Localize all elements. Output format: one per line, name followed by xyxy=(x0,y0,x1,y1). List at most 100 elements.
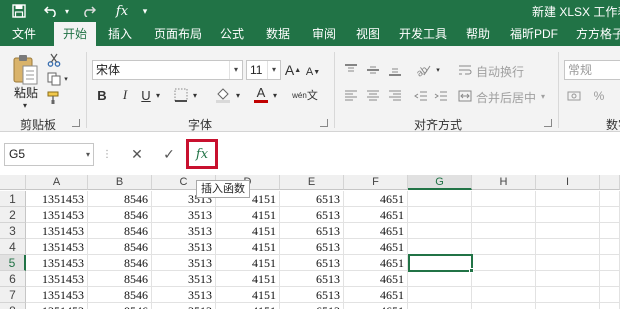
table-cell[interactable] xyxy=(536,191,600,207)
table-cell[interactable] xyxy=(408,287,472,303)
insert-function-qat-button[interactable]: fx xyxy=(112,0,132,22)
formula-input[interactable] xyxy=(222,139,620,169)
grow-font-button[interactable]: A ▲ xyxy=(285,60,301,80)
table-cell[interactable] xyxy=(600,303,620,309)
table-cell[interactable]: 8546 xyxy=(88,303,152,309)
align-middle-icon[interactable] xyxy=(364,62,382,78)
tab-insert[interactable]: 插入 xyxy=(104,22,136,46)
row-header[interactable]: 8 xyxy=(0,303,26,309)
merge-dropdown-icon[interactable]: ▾ xyxy=(538,88,548,104)
row-header[interactable]: 4 xyxy=(0,239,26,255)
table-cell[interactable]: 6513 xyxy=(280,207,344,223)
table-cell[interactable] xyxy=(600,287,620,303)
paste-button[interactable]: 粘贴 xyxy=(14,84,38,101)
borders-dropdown-icon[interactable]: ▾ xyxy=(190,86,200,104)
table-cell[interactable]: 8546 xyxy=(88,191,152,207)
table-cell[interactable]: 1351453 xyxy=(26,271,88,287)
table-cell[interactable]: 3513 xyxy=(152,239,216,255)
table-cell[interactable] xyxy=(600,191,620,207)
paste-icon[interactable] xyxy=(10,52,40,88)
table-cell[interactable]: 6513 xyxy=(280,223,344,239)
fill-color-icon[interactable] xyxy=(214,86,232,104)
table-cell[interactable]: 6513 xyxy=(280,303,344,309)
table-cell[interactable] xyxy=(536,239,600,255)
table-cell[interactable]: 8546 xyxy=(88,287,152,303)
table-cell[interactable]: 4651 xyxy=(344,287,408,303)
table-cell[interactable]: 3513 xyxy=(152,255,216,271)
table-cell[interactable]: 4151 xyxy=(216,255,280,271)
wrap-text-icon[interactable] xyxy=(456,62,474,78)
table-cell[interactable]: 8546 xyxy=(88,255,152,271)
undo-dropdown-icon[interactable]: ▾ xyxy=(62,0,72,22)
select-all-corner[interactable] xyxy=(0,175,26,190)
table-cell[interactable] xyxy=(536,271,600,287)
table-cell[interactable]: 6513 xyxy=(280,255,344,271)
table-cell[interactable]: 4151 xyxy=(216,303,280,309)
table-cell[interactable]: 1351453 xyxy=(26,303,88,309)
paste-dropdown-icon[interactable]: ▾ xyxy=(20,100,30,110)
cancel-entry-button[interactable]: ✕ xyxy=(128,145,146,163)
currency-icon[interactable] xyxy=(566,88,584,104)
merge-center-button[interactable]: 合并后居中 xyxy=(476,89,536,106)
table-cell[interactable] xyxy=(600,255,620,271)
table-cell[interactable]: 1351453 xyxy=(26,191,88,207)
table-cell[interactable] xyxy=(472,287,536,303)
column-header[interactable]: G xyxy=(408,175,472,190)
cut-icon[interactable] xyxy=(46,52,62,68)
tab-page-layout[interactable]: 页面布局 xyxy=(150,22,206,46)
tab-ffcell[interactable]: 方方格子 xyxy=(572,22,620,46)
table-cell[interactable] xyxy=(472,271,536,287)
table-cell[interactable] xyxy=(408,223,472,239)
table-cell[interactable] xyxy=(536,303,600,309)
increase-indent-icon[interactable] xyxy=(432,88,450,104)
table-cell[interactable]: 3513 xyxy=(152,287,216,303)
merge-center-icon[interactable] xyxy=(456,88,474,104)
table-cell[interactable] xyxy=(600,239,620,255)
bold-button[interactable]: B xyxy=(94,86,110,104)
alignment-launcher-icon[interactable] xyxy=(544,119,552,127)
row-header[interactable]: 1 xyxy=(0,191,26,207)
table-cell[interactable]: 4651 xyxy=(344,223,408,239)
table-cell[interactable] xyxy=(472,223,536,239)
align-left-icon[interactable] xyxy=(342,88,360,104)
row-header[interactable]: 2 xyxy=(0,207,26,223)
table-cell[interactable] xyxy=(472,191,536,207)
table-cell[interactable] xyxy=(600,223,620,239)
copy-icon[interactable] xyxy=(46,71,62,87)
table-cell[interactable] xyxy=(536,223,600,239)
table-cell[interactable]: 4151 xyxy=(216,223,280,239)
table-cell[interactable] xyxy=(408,271,472,287)
table-cell[interactable]: 6513 xyxy=(280,271,344,287)
table-cell[interactable]: 4651 xyxy=(344,255,408,271)
italic-button[interactable]: I xyxy=(117,86,133,104)
row-header[interactable]: 3 xyxy=(0,223,26,239)
font-color-button[interactable]: A xyxy=(252,84,270,104)
table-cell[interactable]: 4151 xyxy=(216,287,280,303)
table-cell[interactable] xyxy=(472,207,536,223)
table-cell[interactable]: 1351453 xyxy=(26,223,88,239)
underline-button[interactable]: U xyxy=(139,86,153,104)
font-size-select[interactable]: 11 ▾ xyxy=(246,60,281,80)
row-header[interactable]: 6 xyxy=(0,271,26,287)
table-cell[interactable]: 4651 xyxy=(344,191,408,207)
table-cell[interactable] xyxy=(600,207,620,223)
tab-data[interactable]: 数据 xyxy=(262,22,294,46)
column-header[interactable]: A xyxy=(26,175,88,190)
underline-dropdown-icon[interactable]: ▾ xyxy=(153,86,163,104)
table-cell[interactable] xyxy=(408,303,472,309)
orientation-dropdown-icon[interactable]: ▾ xyxy=(434,62,442,78)
tab-foxit-pdf[interactable]: 福昕PDF xyxy=(506,22,562,46)
phonetic-guide-icon[interactable]: wén 文 xyxy=(292,86,318,104)
table-cell[interactable]: 1351453 xyxy=(26,287,88,303)
table-cell[interactable] xyxy=(536,207,600,223)
column-header[interactable]: F xyxy=(344,175,408,190)
table-cell[interactable]: 8546 xyxy=(88,207,152,223)
table-cell[interactable] xyxy=(536,255,600,271)
table-cell[interactable]: 3513 xyxy=(152,303,216,309)
percent-icon[interactable]: % xyxy=(590,88,608,104)
column-header[interactable]: H xyxy=(472,175,536,190)
column-header[interactable]: E xyxy=(280,175,344,190)
tab-file[interactable]: 文件 xyxy=(6,22,42,46)
row-header[interactable]: 7 xyxy=(0,287,26,303)
table-cell[interactable]: 6513 xyxy=(280,239,344,255)
